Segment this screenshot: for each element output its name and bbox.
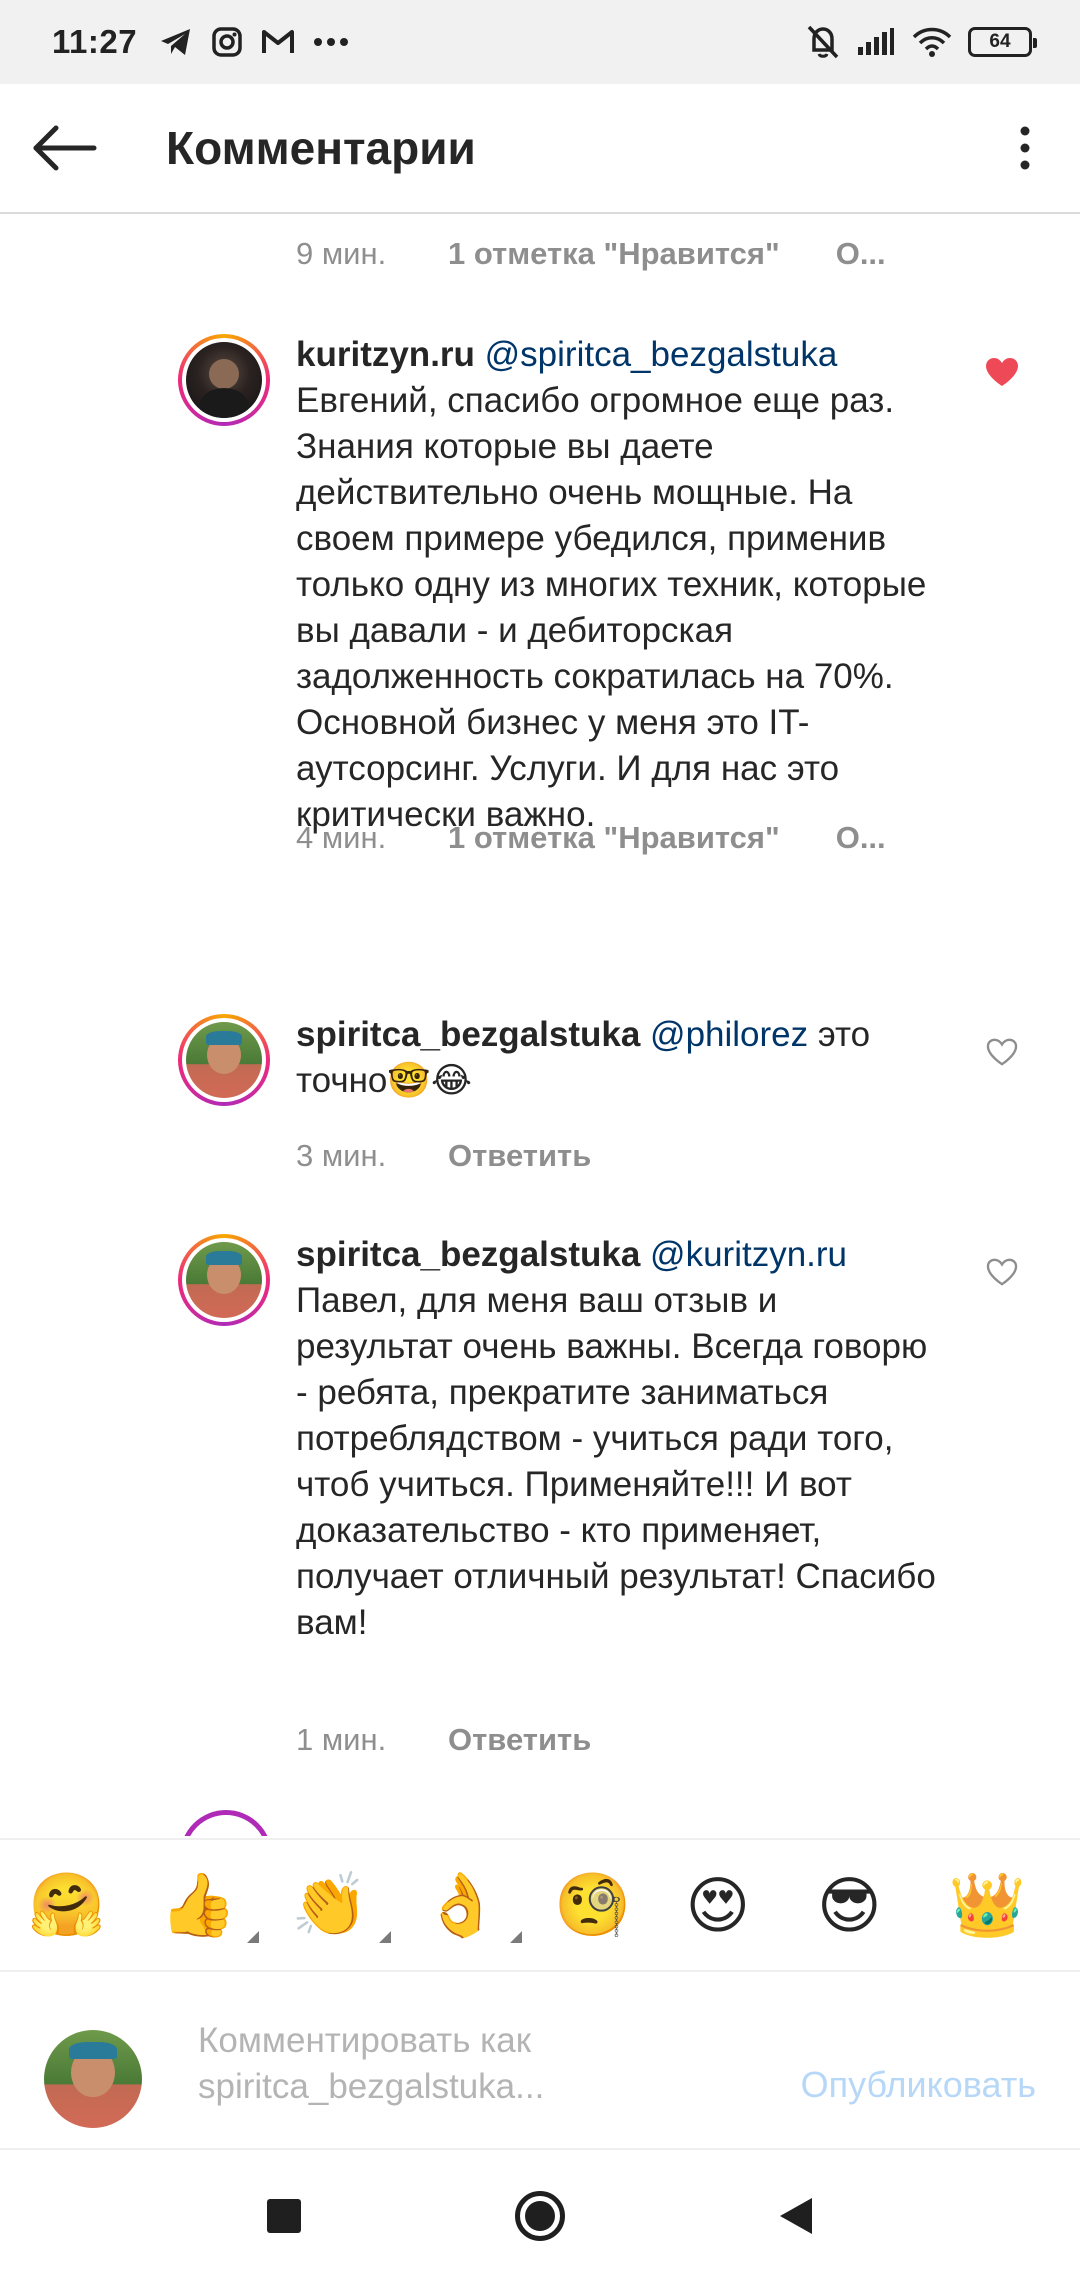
back-button[interactable] — [0, 83, 130, 213]
comment-time: 3 мин. — [296, 1138, 387, 1173]
comment-likes-link[interactable]: 1 отметка "Нравится" — [448, 236, 780, 272]
avatar[interactable] — [178, 1234, 270, 1326]
comment-mention[interactable]: @kuritzyn.ru — [650, 1235, 847, 1274]
home-button[interactable] — [500, 2176, 580, 2256]
comment-mention[interactable]: @spiritca_bezgalstuka — [485, 335, 838, 374]
system-icons: 64 — [806, 22, 1037, 62]
heart-outline-icon — [986, 1038, 1018, 1066]
heart-filled-icon — [986, 358, 1018, 386]
emoji-crown-button[interactable]: 👑 — [949, 1855, 1080, 1955]
emoji-sunglasses-button[interactable]: 😎 — [817, 1855, 949, 1955]
avatar — [44, 2030, 142, 2128]
comment-meta: 9 мин. 1 отметка "Нравится" О... — [296, 224, 886, 284]
heart-outline-icon — [986, 1258, 1018, 1286]
comment-username[interactable]: spiritca_bezgalstuka — [296, 1235, 640, 1274]
circle-icon — [515, 2191, 565, 2241]
square-icon — [267, 2199, 301, 2233]
emoji-ok-hand-button[interactable]: 👌 — [423, 1855, 555, 1955]
signal-icon — [856, 22, 896, 62]
avatar[interactable] — [178, 1014, 270, 1106]
emoji-thumbs-up-button[interactable]: 👍 — [160, 1855, 292, 1955]
comment-mention[interactable]: @philorez — [650, 1015, 808, 1054]
comment-input[interactable]: Комментировать как spiritca_bezgalstuka.… — [198, 2018, 618, 2110]
page-title: Комментарии — [166, 122, 476, 174]
recents-button[interactable] — [244, 2176, 324, 2256]
comment-username[interactable]: kuritzyn.ru — [296, 335, 475, 374]
triangle-back-icon — [780, 2198, 812, 2234]
reply-link[interactable]: Ответить — [448, 1722, 591, 1758]
publish-button[interactable]: Опубликовать — [801, 2064, 1036, 2106]
comment-time: 4 мин. — [296, 820, 387, 855]
comment-options-link[interactable]: О... — [836, 236, 886, 272]
comment-time: 1 мин. — [296, 1722, 387, 1757]
comment-options-link[interactable]: О... — [836, 820, 886, 856]
system-nav-bar — [0, 2152, 1080, 2280]
more-dots-icon — [313, 22, 349, 62]
comment-text: kuritzyn.ru @spiritca_bezgalstuka Евгени… — [296, 332, 936, 838]
emoji-clap-button[interactable]: 👏 — [291, 1855, 423, 1955]
comment-meta: 1 мин. Ответить — [296, 1710, 591, 1770]
reply-link[interactable]: Ответить — [448, 1138, 591, 1174]
comment-text: spiritca_bezgalstuka @philorez это точно… — [296, 1012, 936, 1104]
vertical-dots-icon — [1020, 126, 1030, 170]
comment-meta: 4 мин. 1 отметка "Нравится" О... — [296, 808, 886, 868]
app-header: Комментарии — [0, 84, 1080, 214]
next-comment-peek — [0, 1800, 1080, 1836]
emoji-quick-bar: 🤗 👍 👏 👌 🧐 😍 😎 👑 — [0, 1838, 1080, 1972]
comment-time: 9 мин. — [296, 236, 387, 271]
battery-icon: 64 — [968, 27, 1037, 57]
arrow-left-icon — [33, 125, 97, 171]
more-options-button[interactable] — [970, 83, 1080, 213]
skin-tone-indicator — [510, 1931, 522, 1943]
notification-icons — [159, 22, 349, 62]
comment-body-text: Павел, для меня ваш отзыв и результат оч… — [296, 1281, 936, 1642]
comment-text: spiritca_bezgalstuka @kuritzyn.ru Павел,… — [296, 1232, 936, 1646]
wifi-icon — [912, 22, 952, 62]
comment-composer: Комментировать как spiritca_bezgalstuka.… — [0, 1972, 1080, 2150]
emoji-glyph: 👏 — [291, 1868, 369, 1941]
instagram-icon — [211, 22, 243, 62]
status-bar: 11:27 64 — [0, 0, 1080, 84]
emoji-monocle-button[interactable]: 🧐 — [554, 1855, 686, 1955]
telegram-icon — [159, 22, 193, 62]
like-button[interactable] — [978, 1248, 1026, 1296]
back-nav-button[interactable] — [756, 2176, 836, 2256]
gmail-icon — [261, 22, 295, 62]
like-button[interactable] — [978, 348, 1026, 396]
comments-list[interactable]: 9 мин. 1 отметка "Нравится" О... kuritzy… — [0, 216, 1080, 1836]
emoji-heart-eyes-button[interactable]: 😍 — [686, 1855, 818, 1955]
mute-bell-icon — [806, 22, 840, 62]
comment-meta: 3 мин. Ответить — [296, 1126, 591, 1186]
comment-likes-link[interactable]: 1 отметка "Нравится" — [448, 820, 780, 856]
skin-tone-indicator — [247, 1931, 259, 1943]
emoji-hugging-button[interactable]: 🤗 — [28, 1855, 160, 1955]
avatar — [180, 1810, 272, 1836]
comment-username[interactable]: spiritca_bezgalstuka — [296, 1015, 640, 1054]
emoji-glyph: 👍 — [159, 1868, 237, 1941]
comment-body-text: Евгений, спасибо огромное еще раз. Знани… — [296, 381, 927, 834]
skin-tone-indicator — [378, 1931, 391, 1943]
status-time: 11:27 — [52, 23, 138, 60]
avatar[interactable] — [178, 334, 270, 426]
like-button[interactable] — [978, 1028, 1026, 1076]
emoji-glyph: 👌 — [422, 1868, 500, 1941]
